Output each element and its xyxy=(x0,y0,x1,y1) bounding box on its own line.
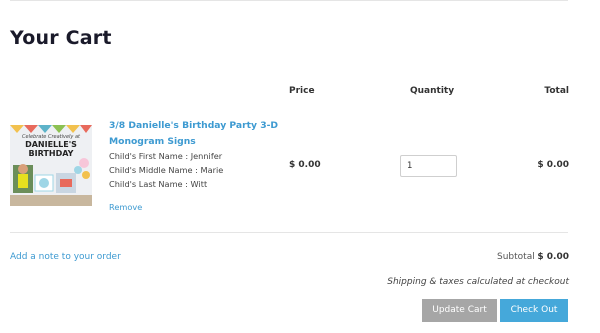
product-name-link[interactable]: 3/8 Danielle's Birthday Party 3-D Monogr… xyxy=(109,118,281,150)
shipping-note: Shipping & taxes calculated at checkout xyxy=(387,277,569,287)
subtotal-label: Subtotal xyxy=(497,252,535,262)
product-thumbnail[interactable]: Celebrate Creatively at DANIELLE'S BIRTH… xyxy=(10,125,92,206)
item-total: $ 0.00 xyxy=(537,160,569,170)
page-title: Your Cart xyxy=(10,27,112,49)
checkout-button[interactable]: Check Out xyxy=(500,299,568,322)
cart-divider xyxy=(10,232,568,233)
child-last-name-property: Child's Last Name : Witt xyxy=(109,179,208,189)
quantity-input[interactable] xyxy=(400,155,457,177)
update-cart-button[interactable]: Update Cart xyxy=(422,299,497,322)
remove-item-link[interactable]: Remove xyxy=(109,202,142,212)
add-note-link[interactable]: Add a note to your order xyxy=(10,252,121,262)
total-column-header: Total xyxy=(544,86,569,96)
child-middle-name-property: Child's Middle Name : Marie xyxy=(109,165,224,175)
item-price: $ 0.00 xyxy=(289,160,321,170)
thumbnail-name: DANIELLE'S xyxy=(25,140,77,149)
subtotal-value: $ 0.00 xyxy=(537,252,569,262)
thumbnail-word: BIRTHDAY xyxy=(29,149,74,158)
price-column-header: Price xyxy=(289,86,315,96)
child-first-name-property: Child's First Name : Jennifer xyxy=(109,151,223,161)
quantity-column-header: Quantity xyxy=(410,86,455,96)
top-divider xyxy=(10,0,568,1)
